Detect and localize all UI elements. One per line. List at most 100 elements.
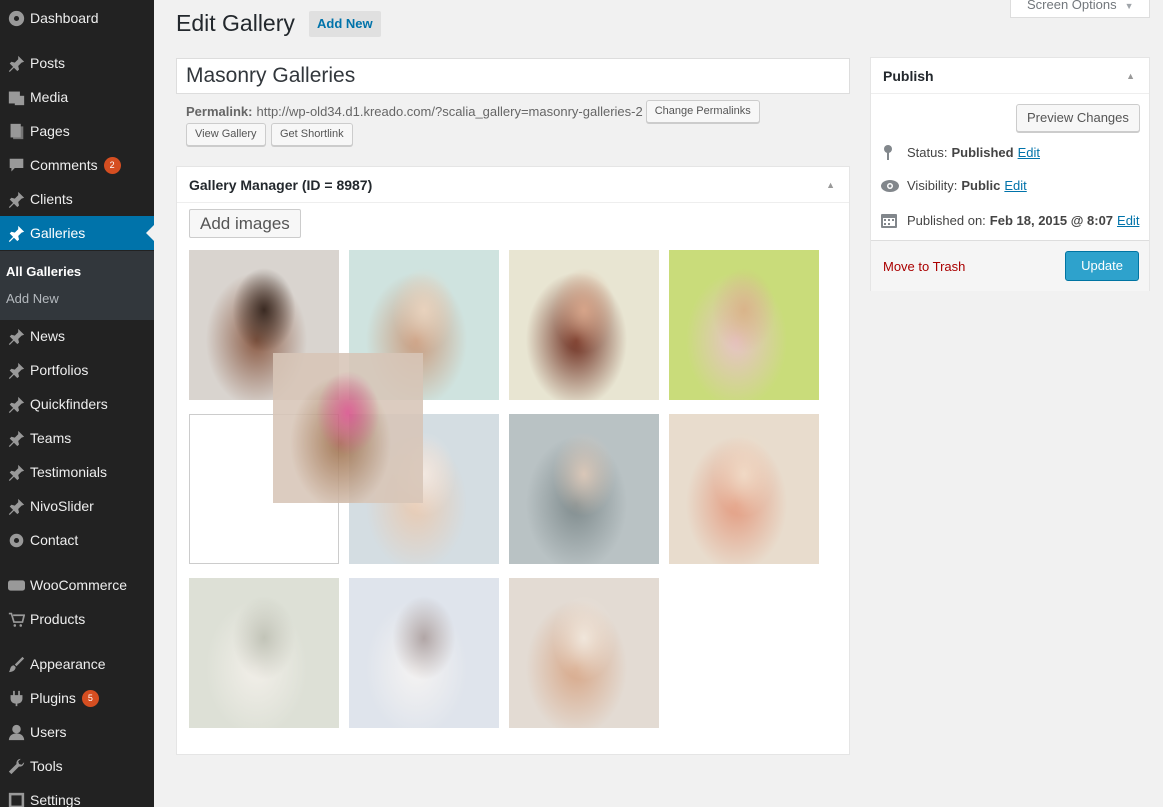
sidebar-item-users[interactable]: Users: [0, 715, 154, 749]
permalink-url[interactable]: http://wp-old34.d1.kreado.com/?scalia_ga…: [256, 104, 642, 119]
pin-icon: [0, 328, 30, 345]
gallery-thumbnail[interactable]: [349, 578, 499, 728]
pin-icon: [0, 362, 30, 379]
sidebar-item-media[interactable]: Media: [0, 80, 154, 114]
change-permalinks-button[interactable]: Change Permalinks: [645, 100, 760, 123]
status-label: Status:: [907, 144, 948, 160]
sidebar-item-settings[interactable]: Settings: [0, 783, 154, 807]
gallery-thumbnail[interactable]: [273, 353, 423, 503]
sidebar-item-products[interactable]: Products: [0, 602, 154, 636]
sidebar-item-dashboard[interactable]: Dashboard: [0, 1, 154, 35]
sidebar-item-label: Galleries: [30, 225, 86, 241]
pin-icon: [0, 55, 30, 72]
comment-icon: [0, 157, 30, 174]
sidebar-item-label: Quickfinders: [30, 396, 108, 412]
pin-icon: [0, 430, 30, 447]
cart-icon: [0, 611, 30, 628]
sidebar-item-label: Users: [30, 724, 67, 740]
caret-down-icon: ▼: [1124, 1, 1134, 11]
sidebar-item-quickfinders[interactable]: Quickfinders: [0, 387, 154, 421]
edit-visibility-link[interactable]: Edit: [1004, 178, 1026, 193]
publish-actions: Move to Trash Update: [871, 240, 1149, 291]
sidebar-item-label: Comments: [30, 157, 98, 173]
sidebar-item-label: Dashboard: [30, 10, 99, 26]
edit-date-link[interactable]: Edit: [1117, 213, 1139, 228]
count-badge: 5: [81, 689, 99, 707]
sidebar-item-teams[interactable]: Teams: [0, 421, 154, 455]
gallery-thumbnail[interactable]: [189, 578, 339, 728]
collapse-arrow-icon[interactable]: ▲: [1126, 71, 1135, 81]
gallery-thumbnail[interactable]: [509, 414, 659, 564]
sidebar-item-label: Settings: [30, 792, 81, 807]
published-on-label: Published on:: [907, 212, 986, 228]
pin-icon: [0, 396, 30, 413]
sidebar-item-nivoslider[interactable]: NivoSlider: [0, 489, 154, 523]
view-gallery-button[interactable]: View Gallery: [186, 123, 266, 146]
publish-header[interactable]: Publish: [871, 58, 1149, 94]
status-row: Status: Published Edit: [881, 144, 1040, 160]
gallery-manager-title: Gallery Manager (ID = 8987): [189, 176, 373, 193]
move-to-trash-link[interactable]: Move to Trash: [883, 259, 965, 274]
gallery-manager-header[interactable]: Gallery Manager (ID = 8987): [177, 167, 849, 203]
sidebar-item-clients[interactable]: Clients: [0, 182, 154, 216]
sidebar-item-testimonials[interactable]: Testimonials: [0, 455, 154, 489]
gallery-thumbnail[interactable]: [509, 578, 659, 728]
sidebar-item-tools[interactable]: Tools: [0, 749, 154, 783]
sidebar-item-label: Plugins: [30, 690, 76, 706]
edit-status-link[interactable]: Edit: [1018, 145, 1040, 160]
sidebar-item-news[interactable]: News: [0, 319, 154, 353]
sidebar-item-comments[interactable]: Comments 2: [0, 148, 154, 182]
pin-icon: [881, 144, 907, 160]
add-images-button[interactable]: Add images: [189, 209, 301, 238]
preview-changes-button[interactable]: Preview Changes: [1016, 104, 1140, 132]
plug-icon: [0, 690, 30, 707]
sidebar-item-contact[interactable]: Contact: [0, 523, 154, 557]
sidebar-item-appearance[interactable]: Appearance: [0, 647, 154, 681]
sidebar-item-plugins[interactable]: Plugins 5: [0, 681, 154, 715]
sidebar-item-portfolios[interactable]: Portfolios: [0, 353, 154, 387]
sidebar-item-label: Testimonials: [30, 464, 108, 480]
published-on-value: Feb 18, 2015 @ 8:07: [989, 212, 1114, 228]
sidebar-item-posts[interactable]: Posts: [0, 46, 154, 80]
get-shortlink-button[interactable]: Get Shortlink: [271, 123, 353, 146]
visibility-value: Public: [961, 178, 1001, 193]
permalink-label: Permalink:: [186, 104, 253, 119]
calendar-icon: [881, 212, 907, 228]
gallery-thumbnail[interactable]: [509, 250, 659, 400]
settings-icon: [0, 792, 30, 807]
galleries-submenu: All Galleries Add New: [0, 251, 154, 320]
visibility-row: Visibility: Public Edit: [881, 178, 1027, 193]
eye-icon: [881, 179, 907, 192]
count-badge: 2: [103, 156, 121, 174]
pin-icon: [0, 498, 30, 515]
add-new-button[interactable]: Add New: [309, 11, 381, 37]
media-icon: [0, 89, 30, 106]
submenu-item-add-new[interactable]: Add New: [6, 291, 59, 306]
update-button[interactable]: Update: [1065, 251, 1139, 281]
sidebar-item-label: Tools: [30, 758, 63, 774]
gallery-manager-box: Gallery Manager (ID = 8987) ▲ Add images: [176, 166, 850, 755]
screen-options-button[interactable]: Screen Options ▼: [1010, 0, 1150, 18]
gallery-thumbnail[interactable]: [669, 250, 819, 400]
wrench-icon: [0, 758, 30, 775]
dashboard-icon: [0, 10, 30, 27]
permalink-row: Permalink: http://wp-old34.d1.kreado.com…: [186, 100, 760, 123]
gallery-thumbnail[interactable]: [669, 414, 819, 564]
sidebar-item-label: News: [30, 328, 66, 344]
sidebar-item-label: Portfolios: [30, 362, 89, 378]
pages-icon: [0, 123, 30, 140]
sidebar-item-pages[interactable]: Pages: [0, 114, 154, 148]
post-title-input[interactable]: [176, 58, 850, 94]
sidebar-item-label: Clients: [30, 191, 73, 207]
sidebar-item-galleries[interactable]: Galleries: [0, 216, 154, 250]
collapse-arrow-icon[interactable]: ▲: [826, 180, 835, 190]
pin-icon: [0, 225, 30, 242]
pin-icon: [0, 191, 30, 208]
sidebar-item-label: Posts: [30, 55, 66, 71]
submenu-item-all-galleries[interactable]: All Galleries: [6, 264, 81, 279]
sidebar-item-woocommerce[interactable]: WooCommerce: [0, 568, 154, 602]
publish-title: Publish: [883, 67, 934, 84]
sidebar-item-label: NivoSlider: [30, 498, 94, 514]
sidebar-item-label: Contact: [30, 532, 79, 548]
publish-box: Publish ▲ Preview Changes Status: Publis…: [870, 57, 1150, 291]
